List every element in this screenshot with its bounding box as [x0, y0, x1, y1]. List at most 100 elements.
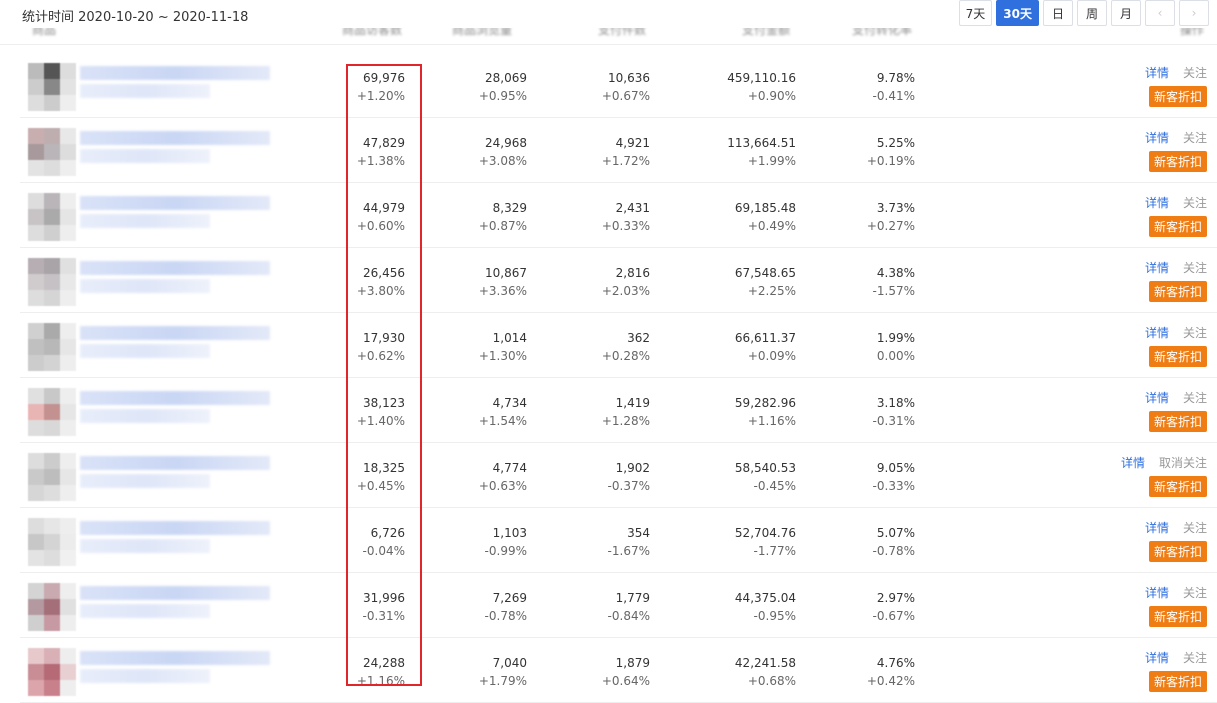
- rate-value: 5.25%: [876, 136, 915, 150]
- product-thumbnail[interactable]: [28, 388, 76, 436]
- follow-link[interactable]: 关注: [1183, 131, 1207, 145]
- detail-link[interactable]: 详情: [1145, 131, 1169, 145]
- product-subtitle-blurred: [80, 604, 210, 618]
- table-row: 31,996 -0.31% 7,269 -0.78% 1,779 -0.84% …: [20, 572, 1217, 638]
- new-customer-discount-button[interactable]: 新客折扣: [1148, 281, 1207, 302]
- product-title-blurred[interactable]: [80, 66, 270, 80]
- rate-change: -1.57%: [872, 284, 915, 298]
- detail-link[interactable]: 详情: [1145, 651, 1169, 665]
- follow-link[interactable]: 关注: [1183, 66, 1207, 80]
- qty-value: 354: [627, 526, 650, 540]
- detail-link[interactable]: 详情: [1145, 391, 1169, 405]
- header-rate[interactable]: 支付转化率: [852, 28, 912, 38]
- header-amount[interactable]: 支付金额: [742, 28, 790, 38]
- follow-link[interactable]: 关注: [1183, 261, 1207, 275]
- product-thumbnail[interactable]: [28, 63, 76, 111]
- new-customer-discount-button[interactable]: 新客折扣: [1148, 216, 1207, 237]
- amount-value: 58,540.53: [734, 461, 796, 475]
- views-cell: 4,774 +0.63%: [467, 459, 527, 495]
- product-title-blurred[interactable]: [80, 586, 270, 600]
- views-value: 28,069: [485, 71, 527, 85]
- qty-cell: 1,902 -0.37%: [580, 459, 650, 495]
- follow-link[interactable]: 关注: [1183, 196, 1207, 210]
- new-customer-discount-button[interactable]: 新客折扣: [1148, 671, 1207, 692]
- range-7d-button[interactable]: 7天: [958, 0, 993, 26]
- amount-cell: 69,185.48 +0.49%: [706, 199, 796, 235]
- follow-link[interactable]: 关注: [1183, 391, 1207, 405]
- follow-link[interactable]: 关注: [1183, 326, 1207, 340]
- rate-value: 9.05%: [876, 461, 915, 475]
- product-subtitle-blurred: [80, 214, 210, 228]
- product-thumbnail[interactable]: [28, 193, 76, 241]
- product-thumbnail[interactable]: [28, 583, 76, 631]
- detail-link[interactable]: 详情: [1145, 66, 1169, 80]
- header-product[interactable]: 商品: [32, 28, 56, 38]
- views-change: +1.79%: [478, 674, 527, 688]
- follow-link[interactable]: 关注: [1183, 586, 1207, 600]
- header-views[interactable]: 商品浏览量: [452, 28, 512, 38]
- product-title-blurred[interactable]: [80, 196, 270, 210]
- views-cell: 7,040 +1.79%: [467, 654, 527, 690]
- product-thumbnail[interactable]: [28, 518, 76, 566]
- new-customer-discount-button[interactable]: 新客折扣: [1148, 541, 1207, 562]
- views-value: 24,968: [485, 136, 527, 150]
- table-row: 17,930 +0.62% 1,014 +1.30% 362 +0.28% 66…: [20, 312, 1217, 378]
- product-thumbnail[interactable]: [28, 648, 76, 696]
- product-thumbnail[interactable]: [28, 128, 76, 176]
- detail-link[interactable]: 详情: [1121, 456, 1145, 470]
- views-change: -0.78%: [484, 609, 527, 623]
- detail-link[interactable]: 详情: [1145, 261, 1169, 275]
- range-day-button[interactable]: 日: [1043, 0, 1073, 26]
- new-customer-discount-button[interactable]: 新客折扣: [1148, 411, 1207, 432]
- follow-link[interactable]: 取消关注: [1159, 456, 1207, 470]
- product-title-blurred[interactable]: [80, 521, 270, 535]
- new-customer-discount-button[interactable]: 新客折扣: [1148, 151, 1207, 172]
- amount-change: +0.68%: [747, 674, 796, 688]
- views-cell: 10,867 +3.36%: [467, 264, 527, 300]
- detail-link[interactable]: 详情: [1145, 586, 1169, 600]
- amount-value: 59,282.96: [734, 396, 796, 410]
- product-title-blurred[interactable]: [80, 131, 270, 145]
- new-customer-discount-button[interactable]: 新客折扣: [1148, 86, 1207, 107]
- product-thumbnail[interactable]: [28, 258, 76, 306]
- amount-value: 66,611.37: [734, 331, 796, 345]
- amount-value: 52,704.76: [734, 526, 796, 540]
- new-customer-discount-button[interactable]: 新客折扣: [1148, 606, 1207, 627]
- product-title-blurred[interactable]: [80, 456, 270, 470]
- rate-cell: 9.05% -0.33%: [855, 459, 915, 495]
- new-customer-discount-button[interactable]: 新客折扣: [1148, 346, 1207, 367]
- product-subtitle-blurred: [80, 84, 210, 98]
- detail-link[interactable]: 详情: [1145, 326, 1169, 340]
- product-title-blurred[interactable]: [80, 326, 270, 340]
- new-customer-discount-button[interactable]: 新客折扣: [1148, 476, 1207, 497]
- amount-value: 42,241.58: [734, 656, 796, 670]
- detail-link[interactable]: 详情: [1145, 521, 1169, 535]
- follow-link[interactable]: 关注: [1183, 521, 1207, 535]
- range-button-group: 7天 30天 日 周 月 ‹ ›: [958, 0, 1209, 26]
- product-thumbnail[interactable]: [28, 323, 76, 371]
- rate-cell: 1.99% 0.00%: [855, 329, 915, 365]
- amount-change: +1.99%: [747, 154, 796, 168]
- qty-value: 1,902: [615, 461, 650, 475]
- next-page-button[interactable]: ›: [1179, 0, 1209, 26]
- detail-link[interactable]: 详情: [1145, 196, 1169, 210]
- product-thumbnail[interactable]: [28, 453, 76, 501]
- rate-change: -0.41%: [872, 89, 915, 103]
- product-title-blurred[interactable]: [80, 391, 270, 405]
- amount-value: 67,548.65: [734, 266, 796, 280]
- range-week-button[interactable]: 周: [1077, 0, 1107, 26]
- range-30d-button[interactable]: 30天: [996, 0, 1039, 26]
- qty-change: +0.67%: [601, 89, 650, 103]
- follow-link[interactable]: 关注: [1183, 651, 1207, 665]
- prev-page-button[interactable]: ‹: [1145, 0, 1175, 26]
- rate-value: 3.73%: [876, 201, 915, 215]
- product-title-blurred[interactable]: [80, 651, 270, 665]
- row-ops: 详情 关注 新客折扣: [1097, 66, 1207, 107]
- header-qty[interactable]: 支付件数: [598, 28, 646, 38]
- range-month-button[interactable]: 月: [1111, 0, 1141, 26]
- views-change: +3.08%: [478, 154, 527, 168]
- header-visitors[interactable]: 商品访客数: [342, 28, 402, 38]
- product-title-blurred[interactable]: [80, 261, 270, 275]
- views-cell: 4,734 +1.54%: [467, 394, 527, 430]
- rate-change: +0.27%: [866, 219, 915, 233]
